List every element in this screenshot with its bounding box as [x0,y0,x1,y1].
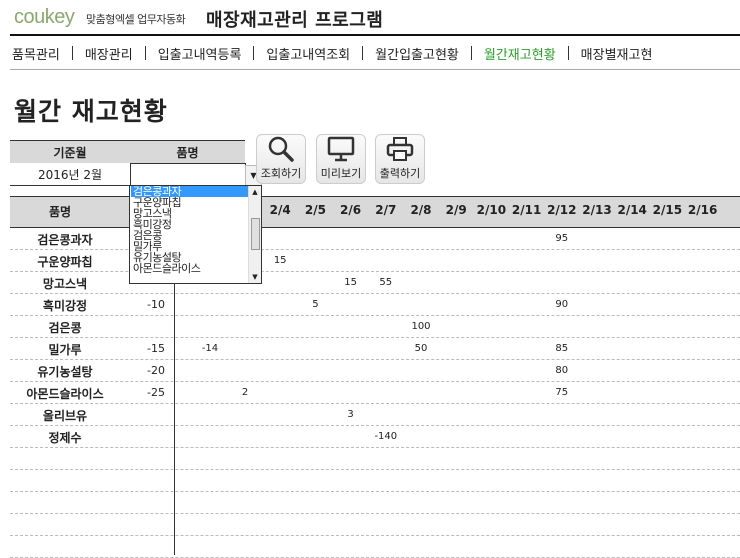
stock-cell: 55 [379,277,393,288]
row-divider [10,447,740,448]
row-divider [10,491,740,492]
column-header-date: 2/11 [511,203,542,217]
menu-item[interactable]: 매장관리 [73,44,145,63]
column-header-date: 2/13 [582,203,612,217]
search-button[interactable]: 조회하기 [256,134,306,184]
menu-item[interactable]: 매장별재고현 [569,44,665,63]
row-initial-stock: -25 [147,386,165,399]
dropdown-option[interactable]: 아몬드슬라이스 [131,263,248,274]
row-divider [10,381,740,382]
row-item-name: 검은콩 [48,321,82,335]
menu-divider [10,69,740,70]
column-header-date: 2/6 [340,203,362,217]
row-item-name: 흑미강정 [42,299,88,313]
scroll-down-icon[interactable]: ▼ [249,273,261,281]
row-item-name: 정제수 [48,431,82,445]
column-header-date: 2/12 [547,203,577,217]
row-divider [10,359,740,360]
menu-item[interactable]: 품목관리 [0,44,72,63]
stock-cell: 15 [273,255,287,266]
item-label: 품명 [130,140,245,163]
scroll-thumb[interactable] [251,218,260,250]
column-header-date: 2/7 [375,203,397,217]
header-divider [10,34,740,36]
row-item-name: 올리브유 [42,409,88,423]
row-item-name: 구운양파칩 [37,255,93,269]
column-header-item: 품명 [48,205,72,219]
item-dropdown-list[interactable]: 검은콩과자 구운양파칩 망고스낵 흑미강정 검은콩 밀가루 유기농설탕 아몬드슬라이스 ▲ ▼ [129,185,262,284]
row-item-name: 망고스낵 [42,277,88,291]
row-divider [10,271,740,272]
stock-cell: 2 [241,387,249,398]
brand-subtitle: 맞춤형엑셀 업무자동화 [86,13,186,26]
stock-cell: 3 [347,409,354,420]
column-header-date: 2/15 [652,203,683,217]
scroll-up-icon[interactable]: ▲ [249,188,261,196]
column-header-date: 2/4 [269,203,291,217]
page-title: 월간 재고현황 [14,97,168,126]
brand-logo: coukey [14,6,75,28]
row-initial-stock: -15 [147,342,165,355]
row-divider [10,535,740,536]
menu-item[interactable]: 입출고내역등록 [146,44,254,63]
column-header-date: 2/14 [617,203,647,217]
preview-button-label: 미리보기 [320,167,362,180]
stock-cell: 75 [555,387,569,398]
stock-cell: 50 [414,343,428,354]
row-item-name: 아몬드슬라이스 [26,387,104,401]
row-divider [10,293,740,294]
row-divider [10,337,740,338]
magnifier-icon [268,136,294,162]
preview-button[interactable]: 미리보기 [316,134,366,184]
row-divider [10,469,740,470]
menu-item[interactable]: 월간입출고현황 [363,44,471,63]
main-menu: 품목관리 매장관리 입출고내역등록 입출고내역조회 월간입출고현황 월간재고현황 매장별재고… [0,38,740,68]
dropdown-scrollbar[interactable]: ▲ ▼ [248,186,261,283]
search-button-label: 조회하기 [260,167,302,180]
stock-cell: 100 [411,321,431,332]
printer-icon [386,137,414,161]
stock-cell: 80 [555,365,569,376]
column-header-date: 2/9 [445,203,467,217]
stock-cell: -140 [374,431,398,442]
stock-cell: 15 [344,277,357,288]
stock-cell: 5 [312,299,319,310]
stock-cell: 90 [555,299,569,310]
item-select[interactable] [130,163,246,186]
month-label: 기준월 [10,140,130,163]
stock-cell: 85 [555,343,569,354]
row-item-name: 검은콩과자 [37,233,93,247]
app-title: 매장재고관리 프로그램 [206,10,384,31]
column-header-date: 2/8 [410,203,432,217]
row-initial-stock: -20 [147,364,165,377]
stock-cell: -14 [201,343,219,354]
row-divider [10,425,740,426]
stock-cell: 95 [555,233,569,244]
row-divider [10,249,740,250]
menu-item[interactable]: 입출고내역조회 [254,44,362,63]
row-initial-stock: -10 [147,298,165,311]
print-button[interactable]: 출력하기 [375,134,425,184]
column-header-date: 2/10 [476,203,507,217]
row-item-name: 밀가루 [48,343,82,357]
row-item-name: 유기농설탕 [37,365,93,379]
monitor-icon [327,136,355,162]
month-field[interactable]: 2016년 2월 [10,163,130,186]
row-divider [10,403,740,404]
menu-item[interactable]: 월간재고현황 [472,44,568,63]
column-header-date: 2/16 [687,203,718,217]
column-header-date: 2/5 [304,203,326,217]
print-button-label: 출력하기 [379,167,421,180]
row-divider [10,513,740,514]
row-divider [10,315,740,316]
